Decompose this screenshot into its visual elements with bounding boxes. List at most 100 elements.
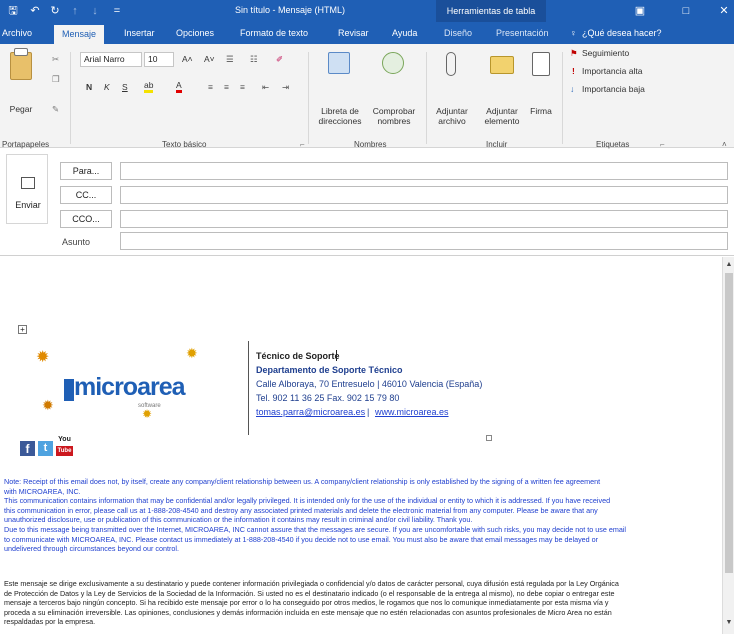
bullets-icon[interactable]: ☰ <box>226 54 234 65</box>
signature-label[interactable]: Firma <box>524 106 558 116</box>
ribbon-display-options-icon[interactable]: ▣ <box>632 3 648 19</box>
vertical-scrollbar[interactable]: ▲ ▼ <box>722 257 734 634</box>
signature-email-link[interactable]: tomas.parra@microarea.es <box>256 407 365 417</box>
disclaimer-en-line: this communication in error, please call… <box>4 505 598 515</box>
align-left-icon[interactable]: ≡ <box>208 82 213 92</box>
message-body[interactable]: + ✹ ✹ ✹ ✹ microarea software Técnico de … <box>0 257 722 634</box>
low-importance-icon: ↓ <box>570 84 575 94</box>
low-importance-button[interactable]: Importancia baja <box>582 84 645 94</box>
attach-file-label-1[interactable]: Adjuntar <box>428 106 476 116</box>
to-field[interactable] <box>120 162 728 180</box>
increase-indent-icon[interactable]: ⇥ <box>282 82 289 93</box>
collapse-ribbon-icon[interactable]: ˄ <box>722 140 727 149</box>
disclaimer-es-line: proceda a su eliminación irreversible. L… <box>4 607 612 617</box>
attach-item-label-1[interactable]: Adjuntar <box>476 106 528 116</box>
disclaimer-es: Este mensaje se dirige exclusivamente a … <box>4 579 716 627</box>
undo-icon[interactable]: ↶ <box>28 4 42 18</box>
tab-presentacion[interactable]: Presentación <box>496 26 549 44</box>
tell-me-box[interactable]: ¿Qué desea hacer? <box>582 26 662 44</box>
address-book-label-1[interactable]: Libreta de <box>312 106 368 116</box>
highlight-icon[interactable]: ab <box>144 80 154 93</box>
names-group-label: Nombres <box>354 140 387 149</box>
customize-toolbar-icon[interactable]: = <box>110 4 124 18</box>
cc-field[interactable] <box>120 186 728 204</box>
disclaimer-es-line: respaldadas por la empresa. <box>4 617 96 627</box>
cut-icon[interactable]: ✂ <box>52 54 59 65</box>
restore-button[interactable]: □ <box>678 3 694 19</box>
font-name-select[interactable]: Arial Narro <box>80 52 142 67</box>
send-button[interactable]: Enviar <box>6 154 48 224</box>
basic-text-launcher-icon[interactable]: ⌐ <box>300 140 305 149</box>
up-arrow-icon[interactable]: ↑ <box>68 4 82 18</box>
paste-icon[interactable] <box>10 52 32 80</box>
header-divider <box>0 255 734 256</box>
format-painter-icon[interactable]: ✎ <box>52 104 59 115</box>
tab-archivo[interactable]: Archivo <box>2 26 32 44</box>
clipboard-clip-icon <box>14 48 28 56</box>
title-bar: 🖫 ↶ ↻ ↑ ↓ = Sin título - Mensaje (HTML) … <box>0 0 734 22</box>
numbering-icon[interactable]: ☷ <box>250 54 258 65</box>
attach-file-label-2[interactable]: archivo <box>428 116 476 126</box>
underline-button[interactable]: S <box>122 82 128 92</box>
group-separator <box>426 52 427 144</box>
youtube-icon[interactable]: You Tube <box>56 436 73 456</box>
bcc-field[interactable] <box>120 210 728 228</box>
close-button[interactable]: ✕ <box>716 3 732 19</box>
tags-launcher-icon[interactable]: ⌐ <box>660 140 665 149</box>
signature-icon[interactable] <box>532 52 550 76</box>
scroll-down-icon[interactable]: ▼ <box>725 619 733 626</box>
attach-item-icon[interactable] <box>490 56 514 74</box>
resize-handle[interactable] <box>486 435 492 441</box>
check-names-label-1[interactable]: Comprobar <box>366 106 422 116</box>
twitter-icon[interactable]: t <box>38 441 53 456</box>
follow-up-button[interactable]: Seguimiento <box>582 48 629 58</box>
shrink-font-icon[interactable]: A˅ <box>204 54 215 64</box>
tab-opciones[interactable]: Opciones <box>176 26 214 44</box>
disclaimer-en-line: Note: Receipt of this email does not, by… <box>4 477 601 486</box>
tab-ayuda[interactable]: Ayuda <box>392 26 417 44</box>
address-book-icon[interactable] <box>328 52 350 74</box>
tab-formato-de-texto[interactable]: Formato de texto <box>240 26 308 44</box>
cc-button[interactable]: CC... <box>60 186 112 204</box>
align-right-icon[interactable]: ≡ <box>240 82 245 92</box>
attach-item-label-2[interactable]: elemento <box>476 116 528 126</box>
paste-button-label[interactable]: Pegar <box>4 104 38 114</box>
attach-file-icon[interactable] <box>446 52 456 76</box>
scroll-thumb[interactable] <box>725 273 733 573</box>
to-button[interactable]: Para... <box>60 162 112 180</box>
clear-formatting-icon[interactable]: ✐ <box>276 54 283 65</box>
signature-separator: | <box>367 407 370 417</box>
check-names-label-2[interactable]: nombres <box>366 116 422 126</box>
check-names-icon[interactable] <box>382 52 404 74</box>
bold-button[interactable]: N <box>86 82 92 92</box>
signature-divider <box>248 341 249 435</box>
tab-mensaje[interactable]: Mensaje <box>54 25 105 44</box>
youtube-top-text: You <box>58 436 71 443</box>
grow-font-icon[interactable]: A˄ <box>182 54 193 64</box>
address-book-label-2[interactable]: direcciones <box>312 116 368 126</box>
bcc-button[interactable]: CCO... <box>60 210 112 228</box>
facebook-icon[interactable]: f <box>20 441 35 456</box>
ribbon-tabs: Archivo Mensaje Insertar Opciones Format… <box>0 22 734 44</box>
signature-web-link[interactable]: www.microarea.es <box>375 407 449 417</box>
tab-insertar[interactable]: Insertar <box>124 26 155 44</box>
table-move-handle-icon[interactable]: + <box>18 325 27 334</box>
font-color-icon[interactable]: A <box>176 80 182 93</box>
scroll-up-icon[interactable]: ▲ <box>725 261 733 268</box>
font-size-select[interactable]: 10 <box>144 52 174 67</box>
italic-button[interactable]: K <box>104 82 110 92</box>
save-icon[interactable]: 🖫 <box>6 4 20 18</box>
text-cursor <box>336 350 337 361</box>
group-separator <box>70 52 71 144</box>
subject-label: Asunto <box>62 237 91 247</box>
down-arrow-icon[interactable]: ↓ <box>88 4 102 18</box>
high-importance-button[interactable]: Importancia alta <box>582 66 642 76</box>
decrease-indent-icon[interactable]: ⇤ <box>262 82 269 93</box>
tab-revisar[interactable]: Revisar <box>338 26 369 44</box>
subject-field[interactable] <box>120 232 728 250</box>
copy-icon[interactable]: ❐ <box>52 74 60 85</box>
disclaimer-es-line: mensaje a terceros bajo ningún concepto.… <box>4 598 609 608</box>
redo-icon[interactable]: ↻ <box>48 4 62 18</box>
align-center-icon[interactable]: ≡ <box>224 82 229 92</box>
tab-diseno[interactable]: Diseño <box>444 26 472 44</box>
